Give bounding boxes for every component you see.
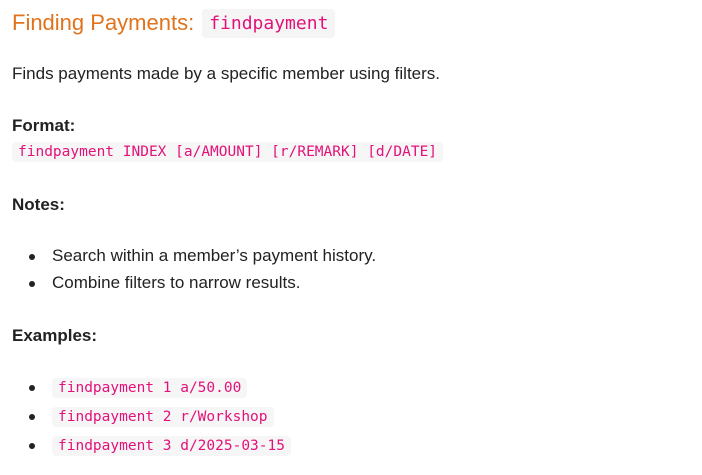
notes-list-item: Combine filters to narrow results. [12, 269, 376, 296]
notes-list: Search within a member’s payment history… [12, 242, 376, 296]
command-name-code: findpayment [202, 8, 336, 38]
examples-list-item: findpayment 2 r/Workshop [12, 402, 291, 431]
examples-list-item: findpayment 3 d/2025-03-15 [12, 431, 291, 460]
notes-list-item: Search within a member’s payment history… [12, 242, 376, 269]
example-code: findpayment 3 d/2025-03-15 [52, 436, 291, 456]
examples-list-item: findpayment 1 a/50.00 [12, 373, 291, 402]
example-code: findpayment 1 a/50.00 [52, 378, 248, 398]
notes-label: Notes: [12, 195, 65, 214]
examples-list: findpayment 1 a/50.00 findpayment 2 r/Wo… [12, 373, 291, 460]
page-title: Finding Payments: [12, 10, 195, 35]
format-label: Format: [12, 116, 76, 135]
examples-label: Examples: [12, 326, 98, 345]
page-heading: Finding Payments: findpayment [12, 6, 336, 40]
format-code: findpayment INDEX [a/AMOUNT] [r/REMARK] … [12, 142, 444, 162]
example-code: findpayment 2 r/Workshop [52, 407, 274, 427]
description-text: Finds payments made by a specific member… [12, 64, 441, 83]
